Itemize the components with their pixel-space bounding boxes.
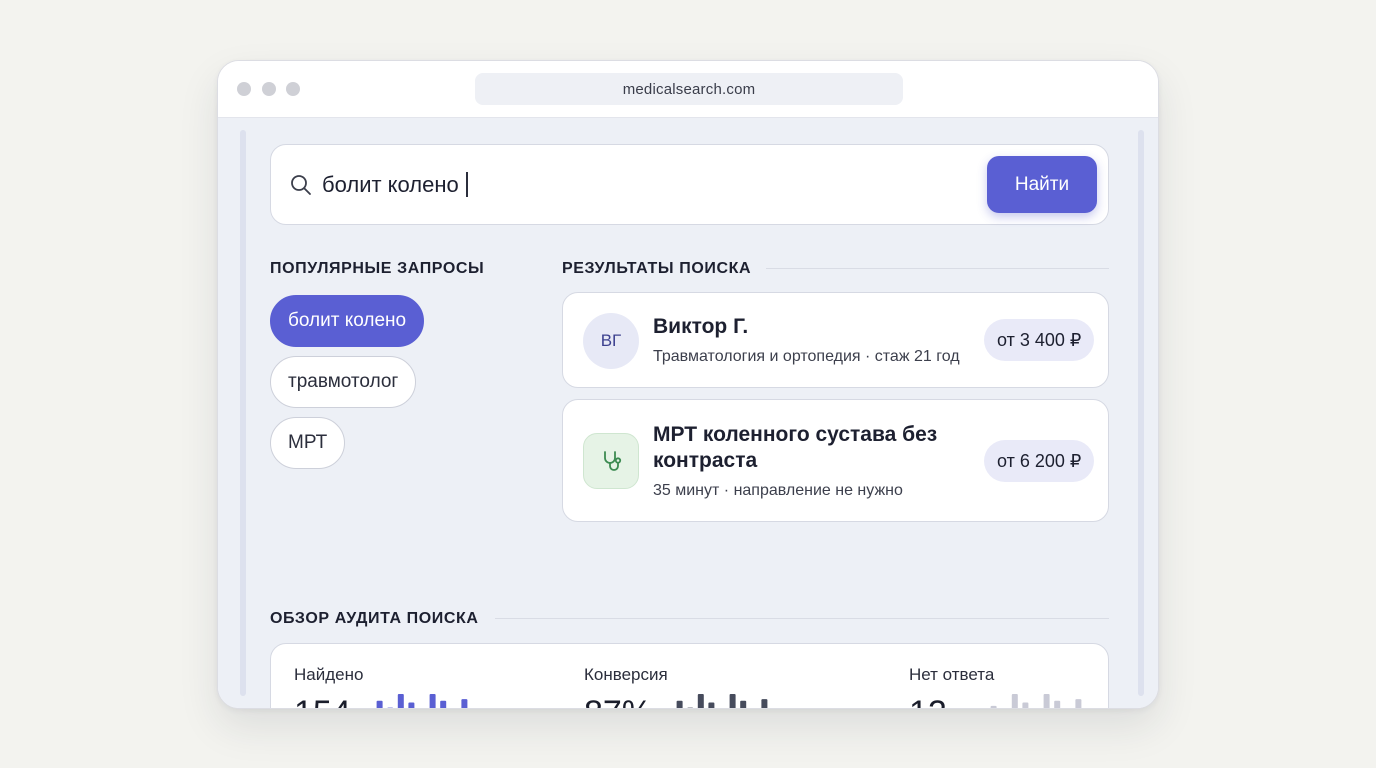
search-input[interactable]: болит колено — [322, 172, 468, 198]
sparkline-bar — [408, 702, 415, 708]
sparkline-bar — [687, 707, 693, 708]
result-title: Виктор Г. — [653, 315, 749, 338]
sparkline-bar — [729, 694, 736, 708]
browser-titlebar: medicalsearch.com — [218, 61, 1158, 118]
window-close-dot[interactable] — [237, 82, 251, 96]
search-results-title: РЕЗУЛЬТАТЫ ПОИСКА — [562, 260, 752, 277]
right-scroll-track[interactable] — [1138, 130, 1144, 696]
found-sparkline — [376, 694, 468, 708]
left-scroll-track — [240, 130, 246, 696]
stat-label-conversion: Конверсия — [584, 665, 668, 684]
result-title-line: МРТ коленного сустава без — [653, 423, 938, 446]
address-bar[interactable]: medicalsearch.com — [475, 73, 903, 105]
sparkline-bar — [376, 700, 383, 708]
sparkline-bar — [990, 705, 997, 708]
price-badge: от 6 200 ₽ — [984, 440, 1095, 482]
sparkline-bar — [676, 700, 683, 708]
sparkline-bar — [761, 699, 768, 708]
sparkline-bar — [697, 694, 704, 708]
conversion-sparkline — [676, 694, 768, 708]
search-query-text: болит колено — [322, 172, 459, 197]
browser-window: medicalsearch.com болит колено Найти ПОП… — [217, 60, 1159, 709]
page-content: болит колено Найти ПОПУЛЯРНЫЕ ЗАПРОСЫ бо… — [218, 118, 1158, 708]
text-caret — [465, 172, 468, 197]
result-card-doctor[interactable]: ВГ Виктор Г. Травматология и ортопедия ·… — [562, 292, 1109, 388]
sparkline-bar — [1011, 694, 1018, 708]
sparkline-bar — [440, 700, 447, 708]
search-icon — [291, 175, 311, 195]
stat-label-found: Найдено — [294, 665, 364, 684]
popular-queries-title: ПОПУЛЯРНЫЕ ЗАПРОСЫ — [270, 260, 485, 277]
popular-chip-knee-pain[interactable]: болит колено — [270, 295, 425, 347]
sparkline-bar — [461, 699, 468, 708]
stat-value-found: 154 — [294, 694, 351, 708]
audit-divider — [495, 618, 1109, 619]
stat-value-conversion: 87% — [584, 694, 652, 708]
audit-stats-panel: Найдено 154 Конверсия 87% Нет ответа 12 — [270, 643, 1109, 708]
result-title: МРТ коленного сустава без контраста — [653, 422, 937, 474]
search-box: болит колено Найти — [270, 144, 1109, 225]
sparkline-bar — [740, 700, 747, 708]
sparkline-bar — [429, 694, 436, 708]
sparkline-bar — [1043, 694, 1050, 708]
results-divider — [766, 268, 1109, 269]
no-answer-sparkline — [990, 694, 1082, 708]
sparkline-bar — [397, 694, 404, 708]
stethoscope-icon — [583, 433, 639, 489]
audit-overview-title: ОБЗОР АУДИТА ПОИСКА — [270, 610, 479, 627]
result-subtitle: 35 минут · направление не нужно — [653, 482, 903, 499]
window-maximize-dot[interactable] — [286, 82, 300, 96]
stat-label-no-answer: Нет ответа — [909, 665, 995, 684]
price-badge: от 3 400 ₽ — [984, 319, 1095, 361]
avatar: ВГ — [583, 313, 639, 369]
popular-chip-mri[interactable]: МРТ — [270, 417, 346, 469]
result-card-mri[interactable]: МРТ коленного сустава без контраста 35 м… — [562, 399, 1109, 522]
sparkline-bar — [1022, 702, 1029, 708]
sparkline-bar — [1075, 699, 1082, 708]
stat-value-no-answer: 12 — [909, 694, 947, 708]
sparkline-bar — [387, 707, 393, 708]
result-subtitle: Травматология и ортопедия · стаж 21 год — [653, 348, 960, 365]
sparkline-bar — [1054, 700, 1061, 708]
search-button[interactable]: Найти — [987, 156, 1097, 213]
window-minimize-dot[interactable] — [262, 82, 276, 96]
result-title-line: контраста — [653, 449, 758, 472]
sparkline-bar — [708, 702, 715, 708]
popular-chip-traumatologist[interactable]: травмотолог — [270, 356, 417, 408]
